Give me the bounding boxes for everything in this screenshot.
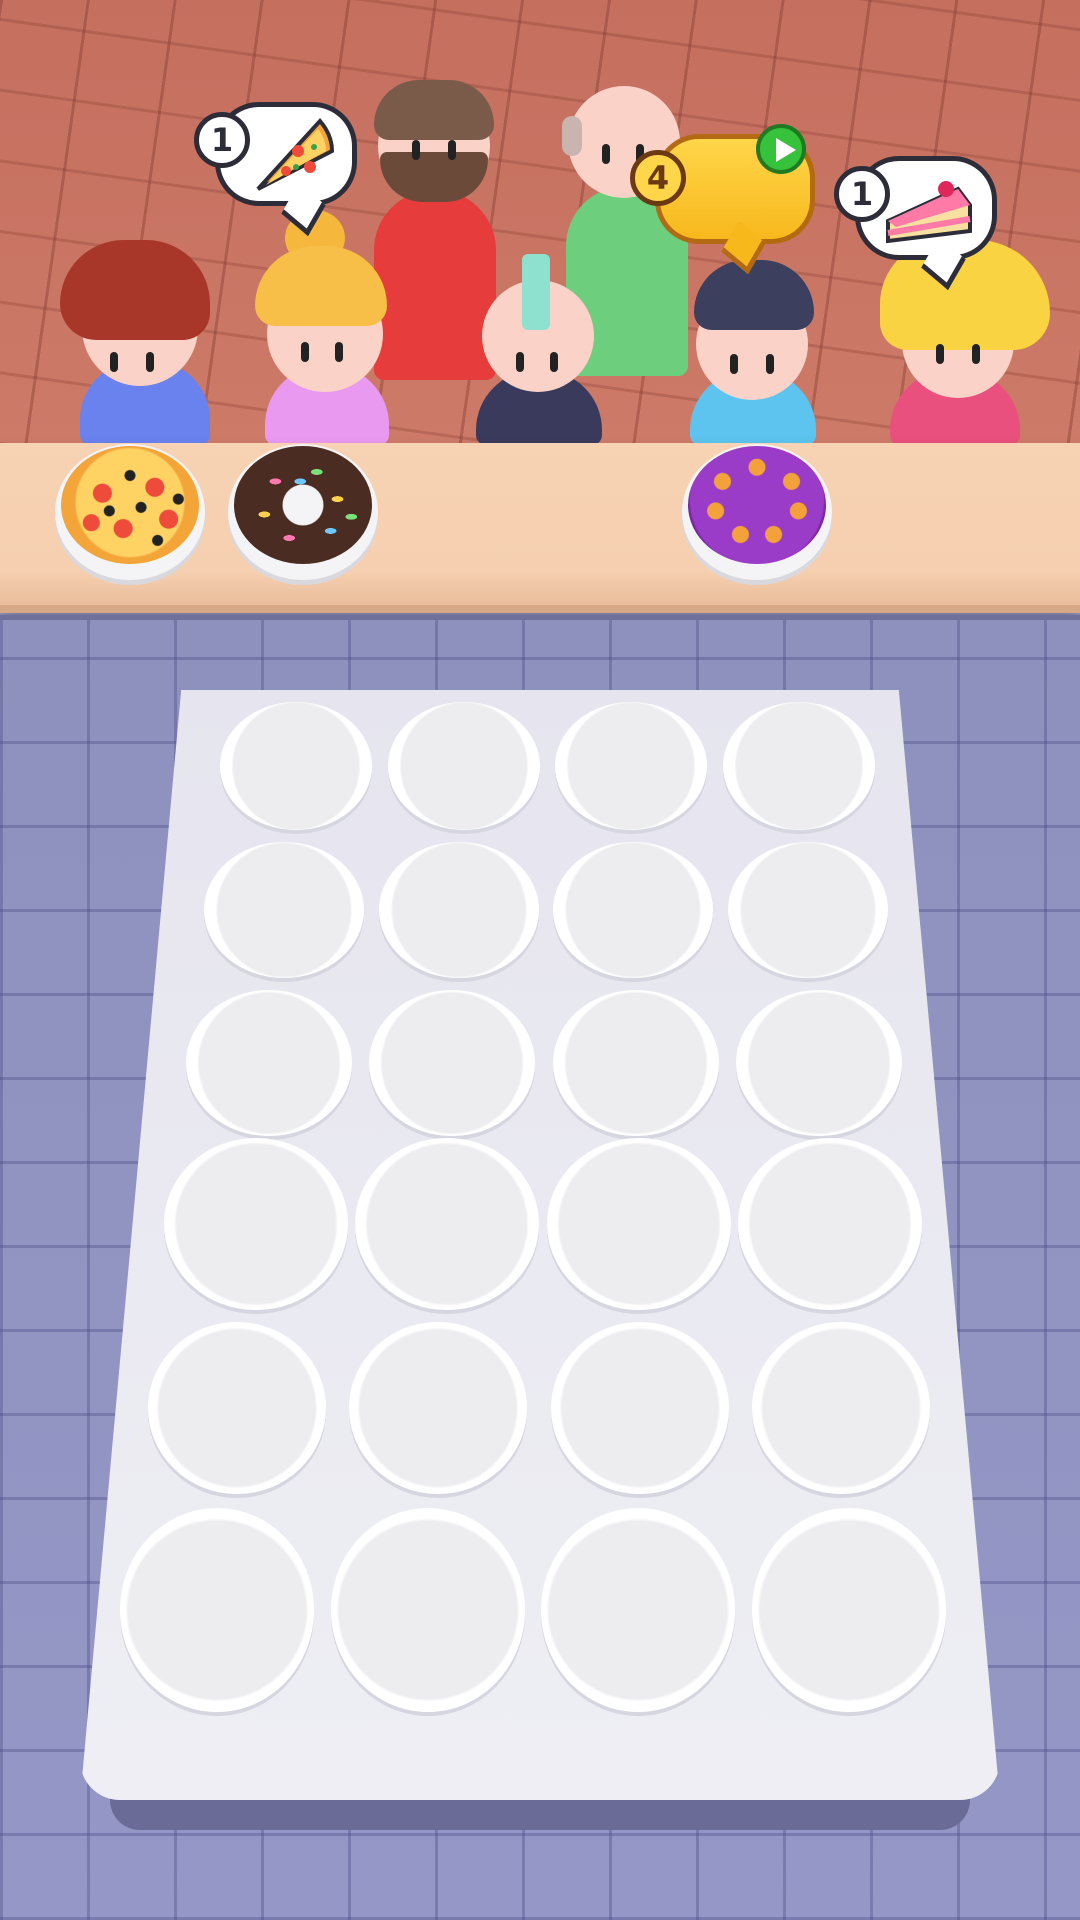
customer-blonde-bun[interactable]	[255, 200, 395, 445]
order-count-hidden: 4	[630, 150, 686, 206]
pizza-slice-icon	[256, 117, 335, 191]
empty-plate[interactable]	[738, 1138, 922, 1310]
blueberry-cake-icon[interactable]	[688, 446, 826, 564]
empty-plate[interactable]	[552, 990, 719, 1136]
empty-plate[interactable]	[186, 990, 352, 1136]
counter-slot-1[interactable]	[55, 444, 205, 580]
empty-plate[interactable]	[220, 702, 372, 830]
empty-plate[interactable]	[736, 990, 902, 1136]
empty-plate[interactable]	[541, 1508, 736, 1712]
empty-plate[interactable]	[378, 842, 539, 978]
customer-dark-hair[interactable]	[680, 250, 830, 445]
empty-plate[interactable]	[164, 1138, 348, 1310]
empty-plate[interactable]	[752, 1322, 930, 1494]
play-icon[interactable]	[756, 124, 806, 174]
empty-plate[interactable]	[349, 1322, 528, 1494]
empty-plate[interactable]	[752, 1508, 946, 1712]
empty-plate[interactable]	[120, 1508, 314, 1712]
empty-plate[interactable]	[550, 1322, 729, 1494]
cake-slice-icon	[886, 181, 972, 244]
empty-plate[interactable]	[355, 1138, 540, 1310]
empty-plate[interactable]	[204, 842, 364, 978]
empty-plate[interactable]	[330, 1508, 525, 1712]
customer-red-hair[interactable]	[60, 240, 220, 445]
donut-icon[interactable]	[234, 446, 372, 564]
customer-blonde-girl[interactable]	[880, 240, 1050, 445]
order-count-cake: 1	[834, 166, 890, 222]
order-count-pizza: 1	[194, 112, 250, 168]
empty-plate[interactable]	[728, 842, 888, 978]
empty-plate[interactable]	[369, 990, 536, 1136]
empty-plate[interactable]	[553, 842, 714, 978]
pizza-icon[interactable]	[61, 446, 199, 564]
empty-plate[interactable]	[723, 702, 875, 830]
empty-plate[interactable]	[387, 702, 540, 830]
empty-plate[interactable]	[546, 1138, 731, 1310]
empty-plate[interactable]	[555, 702, 708, 830]
customer-mohawk[interactable]	[470, 250, 610, 445]
empty-plate[interactable]	[148, 1322, 326, 1494]
counter-slot-3[interactable]	[682, 444, 832, 580]
counter-slot-2[interactable]	[228, 444, 378, 580]
